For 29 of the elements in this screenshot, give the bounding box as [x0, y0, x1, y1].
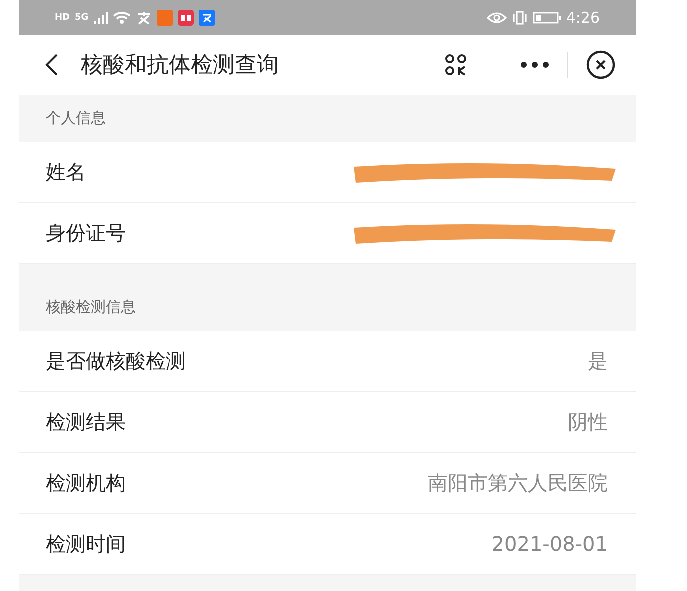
section-title: 个人信息 — [46, 109, 106, 128]
field-label: 身份证号 — [46, 220, 126, 246]
signal-icon — [94, 12, 108, 24]
battery-icon — [533, 12, 562, 24]
book-icon — [178, 10, 194, 26]
eye-icon — [487, 12, 508, 24]
field-label: 姓名 — [46, 158, 86, 186]
app-icon — [156, 10, 173, 26]
app-icon — [136, 10, 152, 26]
field-label: 检测时间 — [46, 530, 126, 558]
scan-icon[interactable] — [445, 54, 469, 76]
vibrate-icon — [512, 10, 528, 24]
field-value: 阴性 — [568, 408, 608, 436]
status-time: 4:26 — [566, 8, 600, 26]
field-value: 2021-08-01 — [492, 532, 608, 556]
field-value: 是 — [588, 348, 608, 374]
section-title: 核酸检测信息 — [46, 298, 136, 317]
status-indicator-label: 5G — [75, 12, 89, 22]
app-icon — [198, 10, 215, 26]
wifi-icon — [112, 11, 131, 24]
field-label: 是否做核酸检测 — [46, 348, 186, 374]
close-icon[interactable] — [586, 50, 616, 80]
back-icon[interactable] — [45, 53, 59, 77]
field-label: 检测结果 — [46, 408, 126, 436]
field-label: 检测机构 — [46, 470, 126, 496]
status-indicator-label: HD — [55, 12, 70, 22]
more-icon[interactable] — [521, 62, 549, 68]
page-title: 核酸和抗体检测查询 — [81, 52, 280, 80]
field-value: 南阳市第六人民医院 — [428, 470, 608, 496]
